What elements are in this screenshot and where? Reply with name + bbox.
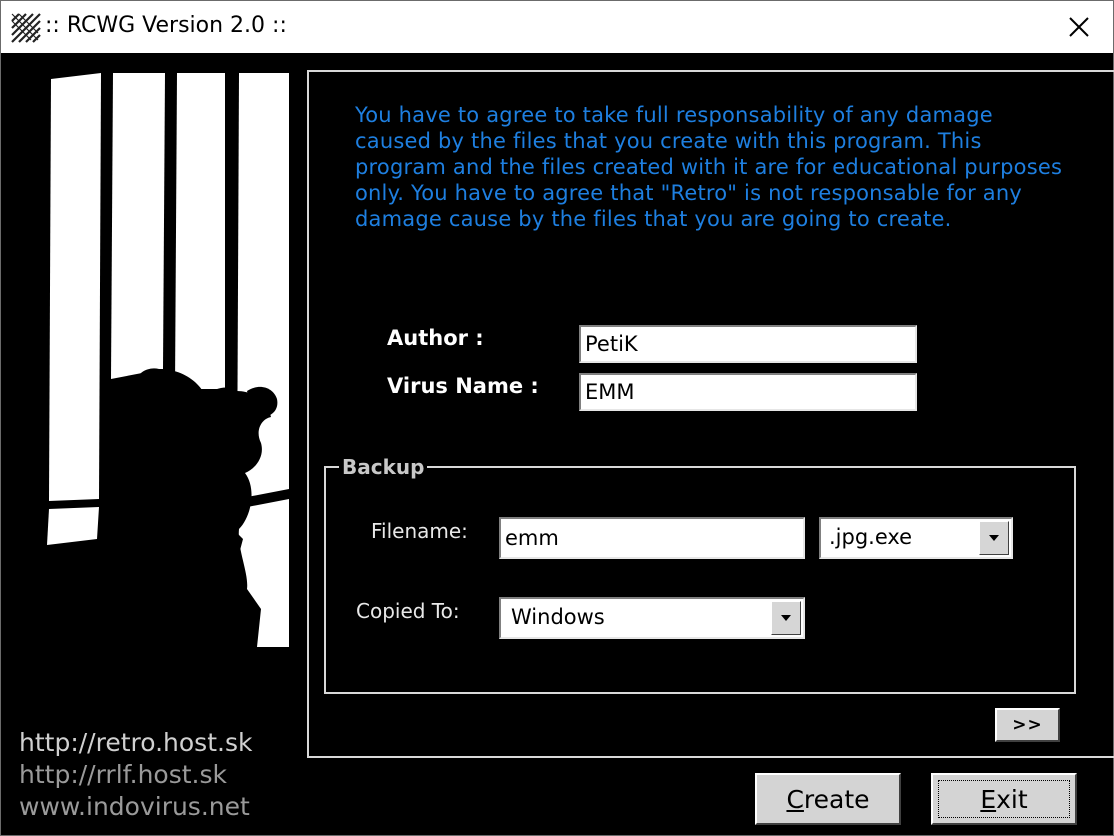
- copied-to-select[interactable]: Windows: [499, 597, 805, 639]
- title-bar[interactable]: :: RCWG Version 2.0 ::: [1, 1, 1113, 53]
- backup-groupbox: [324, 466, 1076, 694]
- app-window: :: RCWG Version 2.0 :: http://retro.host…: [0, 0, 1114, 836]
- author-label: Author :: [387, 326, 484, 350]
- extension-select[interactable]: .jpg.exe: [819, 517, 1013, 559]
- create-accelerator: C: [786, 784, 804, 814]
- extension-selected: .jpg.exe: [829, 525, 913, 549]
- next-button[interactable]: >>: [995, 708, 1060, 742]
- filename-label: Filename:: [371, 519, 468, 543]
- extension-dropdown-button[interactable]: [979, 521, 1009, 555]
- disclaimer-text: You have to agree to take full responsab…: [355, 103, 1063, 231]
- exit-button[interactable]: Exit: [929, 771, 1079, 827]
- copied-to-selected: Windows: [511, 605, 605, 629]
- close-button[interactable]: [1045, 1, 1113, 53]
- filename-field[interactable]: emm: [499, 517, 805, 559]
- create-label: reate: [803, 784, 870, 814]
- link-retro[interactable]: http://retro.host.sk: [19, 727, 252, 759]
- window-title: :: RCWG Version 2.0 ::: [45, 13, 287, 38]
- virus-name-field[interactable]: EMM: [579, 373, 917, 411]
- link-indovirus[interactable]: www.indovirus.net: [19, 791, 252, 823]
- rcwg-app-icon: [10, 12, 41, 43]
- chevron-down-icon: [989, 535, 999, 541]
- author-field[interactable]: PetiK: [579, 325, 917, 363]
- copied-to-dropdown-button[interactable]: [771, 601, 801, 635]
- prisoner-silhouette-image: [47, 69, 291, 647]
- close-icon: [1069, 17, 1089, 37]
- links-block: http://retro.host.sk http://rrlf.host.sk…: [19, 727, 252, 823]
- create-button[interactable]: Create: [755, 773, 901, 825]
- copied-to-label: Copied To:: [356, 599, 460, 623]
- backup-group-title: Backup: [339, 455, 428, 479]
- chevron-down-icon: [781, 615, 791, 621]
- focus-rectangle: [938, 780, 1070, 818]
- virus-name-label: Virus Name :: [387, 374, 539, 398]
- link-rrlf[interactable]: http://rrlf.host.sk: [19, 759, 252, 791]
